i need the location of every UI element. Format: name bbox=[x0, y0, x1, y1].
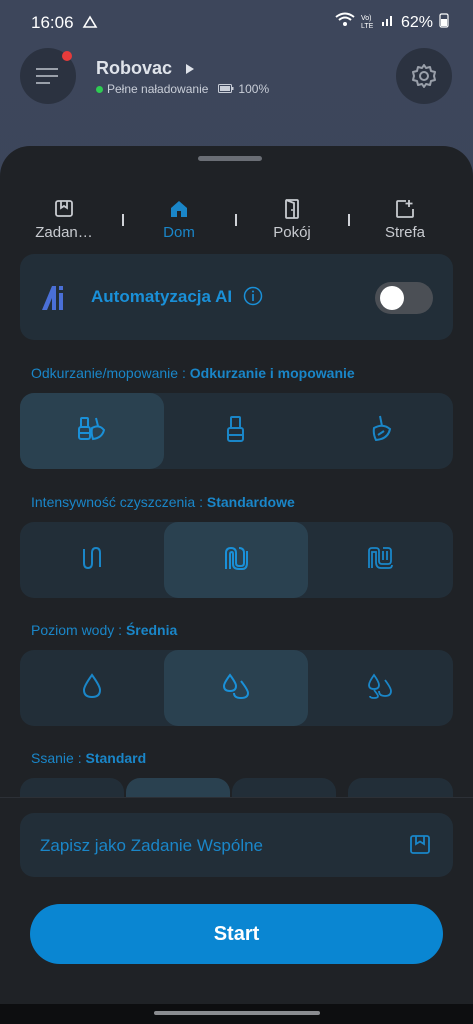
status-dot bbox=[96, 85, 103, 93]
signal-icon bbox=[381, 13, 395, 32]
water-section-label: Poziom wody : Średnia bbox=[31, 622, 177, 638]
tab-bar: Zadan… Dom Pokój Strefa bbox=[0, 198, 473, 248]
tab-home[interactable]: Dom bbox=[134, 198, 224, 241]
footer-divider bbox=[0, 797, 473, 798]
intensity-quick-option[interactable] bbox=[20, 522, 164, 598]
suction-section-label: Ssanie : Standard bbox=[31, 750, 146, 766]
tab-zone[interactable]: Strefa bbox=[360, 198, 450, 241]
save-bookmark-icon bbox=[409, 834, 431, 861]
intensity-deep-option[interactable] bbox=[308, 522, 452, 598]
intensity-selector bbox=[20, 522, 453, 598]
info-icon[interactable] bbox=[243, 286, 263, 311]
control-sheet: Zadan… Dom Pokój Strefa Automatyzacja AI… bbox=[0, 146, 473, 1024]
system-nav-bar bbox=[0, 1004, 473, 1024]
intensity-value: Standardowe bbox=[206, 494, 295, 510]
mode-mop-option[interactable] bbox=[308, 393, 452, 469]
status-text: Pełne naładowanie bbox=[107, 82, 209, 96]
menu-button[interactable] bbox=[20, 48, 76, 104]
brush-icon bbox=[224, 414, 248, 449]
tab-room[interactable]: Pokój bbox=[247, 198, 337, 241]
hamburger-icon bbox=[36, 67, 60, 90]
water-selector bbox=[20, 650, 453, 726]
mode-selector bbox=[20, 393, 453, 469]
suction-value: Standard bbox=[85, 750, 147, 766]
add-zone-icon bbox=[394, 198, 416, 220]
mode-value: Odkurzanie i mopowanie bbox=[189, 365, 355, 381]
ai-toggle[interactable] bbox=[375, 282, 433, 314]
status-bar: 16:06 Vo) LTE 62% bbox=[0, 0, 473, 44]
mode-vacuum-mop-option[interactable] bbox=[20, 393, 164, 469]
tab-label: Pokój bbox=[273, 224, 311, 241]
tab-label: Dom bbox=[163, 224, 195, 241]
water-low-option[interactable] bbox=[20, 650, 164, 726]
water-label: Poziom wody : bbox=[31, 622, 126, 638]
water-high-option[interactable] bbox=[308, 650, 452, 726]
single-pass-icon bbox=[79, 545, 105, 576]
water-value: Średnia bbox=[125, 622, 178, 638]
double-pass-icon bbox=[223, 545, 249, 576]
intensity-label: Intensywność czyszczenia : bbox=[31, 494, 207, 510]
play-icon bbox=[185, 59, 195, 80]
settings-button[interactable] bbox=[396, 48, 452, 104]
status-time: 16:06 bbox=[31, 13, 74, 32]
intensity-section-label: Intensywność czyszczenia : Standardowe bbox=[31, 494, 295, 510]
sheet-handle[interactable] bbox=[198, 156, 262, 161]
door-icon bbox=[281, 198, 303, 220]
three-drops-icon bbox=[366, 672, 394, 704]
mode-section-label: Odkurzanie/mopowanie : Odkurzanie i mopo… bbox=[31, 365, 355, 381]
battery-small-icon bbox=[218, 82, 234, 96]
home-gesture-pill[interactable] bbox=[154, 1011, 320, 1015]
toggle-knob bbox=[380, 286, 404, 310]
gear-icon bbox=[411, 63, 437, 94]
device-name: Robovac bbox=[96, 58, 173, 78]
save-common-task-button[interactable]: Zapisz jako Zadanie Wspólne bbox=[20, 813, 453, 877]
device-battery: 100% bbox=[238, 82, 270, 96]
device-status: Pełne naładowanie 100% bbox=[96, 82, 269, 96]
tab-divider bbox=[348, 214, 350, 226]
home-icon bbox=[168, 198, 190, 220]
two-drops-icon bbox=[222, 672, 250, 704]
mode-label: Odkurzanie/mopowanie : bbox=[31, 365, 190, 381]
bookmark-book-icon bbox=[53, 198, 75, 220]
network-label: Vo) LTE bbox=[360, 14, 374, 30]
water-medium-option[interactable] bbox=[164, 650, 308, 726]
suction-label: Ssanie : bbox=[31, 750, 86, 766]
tab-divider bbox=[122, 214, 124, 226]
start-button[interactable]: Start bbox=[30, 904, 443, 964]
app-notification-icon bbox=[82, 14, 98, 35]
tab-label: Zadan… bbox=[35, 224, 93, 241]
ai-logo-icon bbox=[41, 285, 69, 316]
wifi-icon bbox=[335, 12, 355, 33]
tab-divider bbox=[235, 214, 237, 226]
drop-icon bbox=[82, 672, 102, 704]
notification-dot bbox=[62, 51, 72, 61]
mop-icon bbox=[366, 414, 394, 449]
save-label: Zapisz jako Zadanie Wspólne bbox=[40, 836, 264, 855]
intensity-standard-option[interactable] bbox=[164, 522, 308, 598]
ai-label: Automatyzacja AI bbox=[91, 287, 233, 306]
triple-pass-icon bbox=[367, 545, 393, 576]
vacuum-mop-icon bbox=[77, 414, 107, 449]
tab-tasks[interactable]: Zadan… bbox=[19, 198, 109, 241]
battery-icon bbox=[439, 12, 449, 33]
ai-automation-card: Automatyzacja AI bbox=[20, 254, 453, 340]
device-name-row[interactable]: Robovac bbox=[96, 58, 195, 80]
battery-percent: 62% bbox=[400, 13, 433, 31]
tab-label: Strefa bbox=[384, 224, 426, 241]
mode-vacuum-option[interactable] bbox=[164, 393, 308, 469]
